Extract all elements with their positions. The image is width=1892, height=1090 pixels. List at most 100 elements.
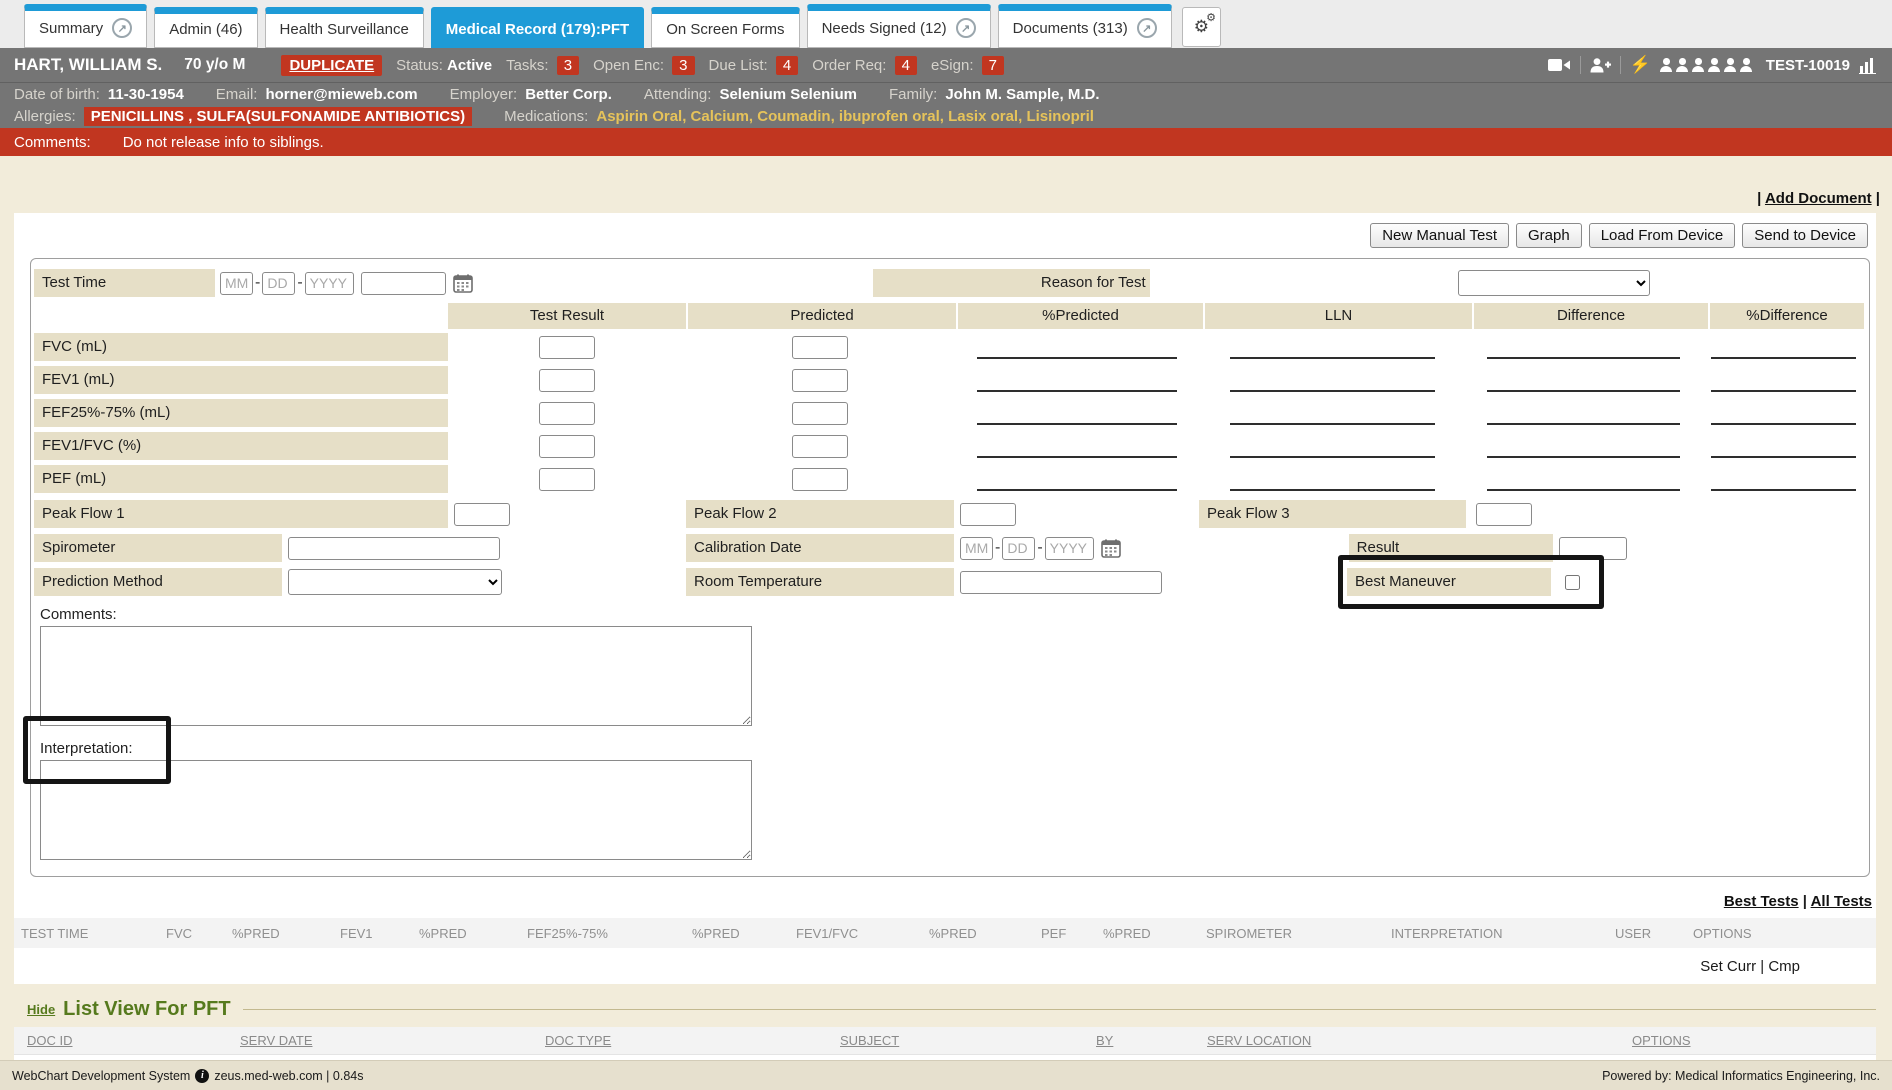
reason-for-test-select[interactable] [1458,270,1650,296]
fev1-predicted-input[interactable] [792,369,848,392]
value-underline [1230,368,1435,392]
tab-medical-record[interactable]: Medical Record (179):PFT [431,7,644,48]
by-header[interactable]: BY [1096,1033,1207,1048]
doc-type-header[interactable]: DOC TYPE [545,1033,840,1048]
settings-button[interactable]: ⚙⚙ [1182,7,1221,47]
divider [1580,56,1581,74]
peak-flow-1-input[interactable] [454,503,510,526]
tab-health-surveillance[interactable]: Health Surveillance [265,7,424,48]
serv-date-header[interactable]: SERV DATE [240,1033,545,1048]
fev1-fvc-test-result-input[interactable] [539,435,595,458]
peak-flow-2-input[interactable] [960,503,1016,526]
allergies-row: Allergies: PENICILLINS , SULFA(SULFONAMI… [0,105,1892,128]
video-camera-icon[interactable] [1548,58,1571,72]
fev1-fvc-predicted-input[interactable] [792,435,848,458]
popout-icon[interactable]: ↗ [956,18,976,38]
order-req-counter: Order Req: 4 [812,57,917,74]
tab-admin[interactable]: Admin (46) [154,7,257,48]
calendar-icon[interactable] [453,274,473,293]
peak-flow-3-input[interactable] [1476,503,1532,526]
tab-summary[interactable]: Summary ↗ [24,4,147,48]
test-time-day-input[interactable] [262,272,295,295]
peak-flow-1-label: Peak Flow 1 [34,500,448,528]
pft-panel: New Manual Test Graph Load From Device S… [14,213,1876,984]
esign-count-badge[interactable]: 7 [982,56,1004,75]
due-list-count-badge[interactable]: 4 [776,56,798,75]
row-label: FVC (mL) [34,333,448,361]
duplicate-flag[interactable]: DUPLICATE [281,55,382,76]
tab-label: Documents (313) [1013,20,1128,37]
allergies-value[interactable]: PENICILLINS , SULFA(SULFONAMIDE ANTIBIOT… [84,107,472,126]
set-curr-cmp-links[interactable]: Set Curr | Cmp [1700,958,1800,975]
pef-test-result-input[interactable] [539,468,595,491]
pef-predicted-input[interactable] [792,468,848,491]
fef-predicted-input[interactable] [792,402,848,425]
patient-id: TEST-10019 [1766,57,1850,74]
test-time-month-input[interactable] [220,272,253,295]
table-row-pef: PEF (mL) [34,464,1866,494]
options-header[interactable]: OPTIONS [1632,1033,1876,1048]
hide-link[interactable]: Hide [27,1002,55,1017]
user-icon [1676,58,1689,72]
popout-icon[interactable]: ↗ [112,18,132,38]
add-person-icon[interactable] [1590,58,1611,73]
calibration-month-input[interactable] [960,537,993,560]
divider [1620,56,1621,74]
fvc-test-result-input[interactable] [539,336,595,359]
spirometer-input[interactable] [288,537,500,560]
patient-header-bar: HART, WILLIAM S. 70 y/o M DUPLICATE Stat… [0,48,1892,82]
order-req-count-badge[interactable]: 4 [895,56,917,75]
test-time-year-input[interactable] [305,272,354,295]
prediction-method-label: Prediction Method [34,568,282,596]
prediction-method-select[interactable] [288,569,502,595]
email-value: horner@mieweb.com [265,86,417,103]
calendar-icon[interactable] [1101,539,1121,558]
tasks-counter: Tasks: 3 [506,57,579,74]
tab-label: Admin (46) [169,21,242,38]
popout-icon[interactable]: ↗ [1137,18,1157,38]
test-time-time-input[interactable] [361,272,446,295]
tab-needs-signed[interactable]: Needs Signed (12) ↗ [807,4,991,48]
open-enc-count-badge[interactable]: 3 [672,56,694,75]
load-from-device-button[interactable]: Load From Device [1589,223,1736,248]
add-document-link[interactable]: Add Document [1765,190,1872,207]
value-underline [1711,401,1856,425]
medications-value[interactable]: Aspirin Oral, Calcium, Coumadin, ibuprof… [596,108,1094,125]
fvc-predicted-input[interactable] [792,336,848,359]
value-underline [1487,467,1680,491]
best-tests-link[interactable]: Best Tests [1724,893,1799,910]
info-icon[interactable]: i [195,1069,209,1083]
all-tests-link[interactable]: All Tests [1811,893,1872,910]
send-to-device-button[interactable]: Send to Device [1742,223,1868,248]
room-temperature-label: Room Temperature [686,568,954,596]
tasks-count-badge[interactable]: 3 [557,56,579,75]
calibration-day-input[interactable] [1002,537,1035,560]
subject-header[interactable]: SUBJECT [840,1033,1096,1048]
pft-form: Test Time - - Reason for Test Test Resul… [30,258,1870,877]
peak-flow-3-label: Peak Flow 3 [1199,500,1466,528]
value-underline [1487,401,1680,425]
fev1-test-result-input[interactable] [539,369,595,392]
user-icon [1660,58,1673,72]
fef-test-result-input[interactable] [539,402,595,425]
col-pct-difference: %Difference [1710,303,1864,329]
comments-textarea[interactable] [40,626,752,726]
new-manual-test-button[interactable]: New Manual Test [1370,223,1509,248]
footer-powered-by: Powered by: Medical Informatics Engineer… [1602,1069,1880,1083]
tab-documents[interactable]: Documents (313) ↗ [998,4,1172,48]
interpretation-textarea[interactable] [40,760,752,860]
best-maneuver-checkbox[interactable] [1565,575,1580,590]
doc-id-header[interactable]: DOC ID [27,1033,240,1048]
result-input[interactable] [1559,537,1627,560]
tab-on-screen-forms[interactable]: On Screen Forms [651,7,799,48]
comments-alert-text: Do not release info to siblings. [123,134,324,151]
graph-button[interactable]: Graph [1516,223,1582,248]
tab-bar: Summary ↗ Admin (46) Health Surveillance… [0,0,1892,48]
lightning-icon[interactable]: ⚡ [1630,55,1651,75]
value-underline [1230,434,1435,458]
chart-icon[interactable] [1859,57,1878,74]
serv-location-header[interactable]: SERV LOCATION [1207,1033,1632,1048]
row-label: FEF25%-75% (mL) [34,399,448,427]
room-temperature-input[interactable] [960,571,1162,594]
calibration-year-input[interactable] [1045,537,1094,560]
